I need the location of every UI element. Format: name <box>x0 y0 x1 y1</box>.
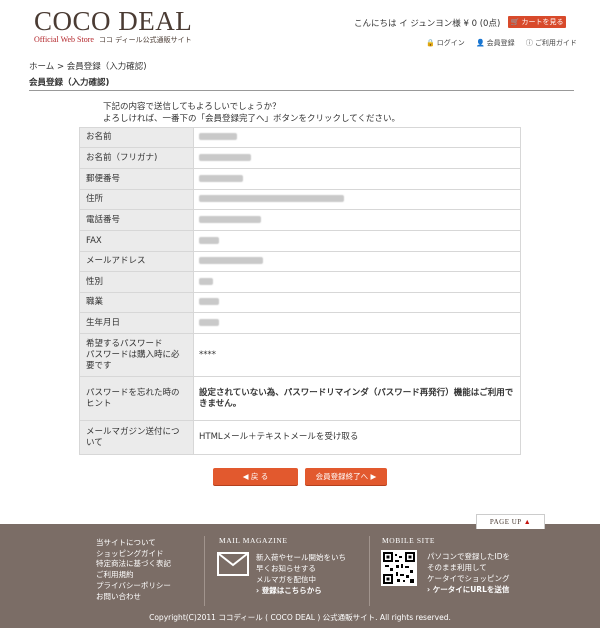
send-url-to-mobile-link[interactable]: › ケータイにURLを送信 <box>427 584 510 595</box>
row-value-kana <box>193 147 521 169</box>
user-icon: 👤 <box>475 39 485 47</box>
footer-link-contact[interactable]: お問い合わせ <box>96 592 171 603</box>
row-label-fax: FAX <box>79 230 194 252</box>
complete-registration-button[interactable]: 会員登録終了へ ▶ <box>305 468 387 485</box>
redacted-value <box>199 195 344 202</box>
row-label-phone: 電話番号 <box>79 209 194 231</box>
table-row: 住所 <box>79 189 521 210</box>
table-row: 郵便番号 <box>79 168 521 190</box>
footer-divider <box>369 536 370 606</box>
row-label-job: 職業 <box>79 292 194 313</box>
row-value-magazine: HTMLメール＋テキストメールを受け取る <box>193 420 521 455</box>
page-up-button[interactable]: PAGE UP ▲ <box>476 514 545 529</box>
table-row: 職業 <box>79 292 521 313</box>
redacted-value <box>199 174 243 182</box>
header: COCO DEAL Official Web Store ココ ディール公式通販サ… <box>0 0 600 56</box>
row-label-password: 希望するパスワード パスワードは購入時に必要です <box>79 333 194 377</box>
row-label-email: メールアドレス <box>79 251 194 272</box>
table-row: 性別 <box>79 271 521 293</box>
redacted-value <box>199 257 263 264</box>
footer-link-privacy[interactable]: プライバシーポリシー <box>96 581 171 592</box>
confirmation-table: お名前 お名前（フリガナ) 郵便番号 住所 電話番号 FAX メールアドレス 性… <box>79 127 521 455</box>
redacted-value <box>199 318 219 326</box>
redacted-value <box>199 277 213 285</box>
password-label: 希望するパスワード <box>86 338 163 349</box>
cart-icon: 🛒 <box>510 18 520 26</box>
row-value-phone <box>193 209 521 231</box>
footer-link-shopping-guide[interactable]: ショッピングガイド <box>96 549 171 560</box>
mail-magazine-text: 新入荷やセール開始をいち 早くお知らせする メルマガを配信中 › 登録はこちらか… <box>256 553 346 596</box>
qr-code-icon <box>381 550 417 586</box>
footer-link-about[interactable]: 当サイトについて <box>96 538 171 549</box>
redacted-value <box>199 153 251 161</box>
row-value-job <box>193 292 521 313</box>
row-value-zip <box>193 168 521 190</box>
mail-magazine-title: MAIL MAGAZINE <box>219 536 288 545</box>
row-value-reminder: 設定されていない為、パスワードリマインダ（パスワード再発行）機能はご利用できませ… <box>193 376 521 421</box>
row-label-gender: 性別 <box>79 271 194 293</box>
row-label-birthday: 生年月日 <box>79 312 194 334</box>
redacted-value <box>199 236 219 244</box>
table-row: お名前（フリガナ) <box>79 147 521 169</box>
table-row: 電話番号 <box>79 209 521 231</box>
triangle-up-icon: ▲ <box>523 518 532 526</box>
page-up-label: PAGE UP <box>489 518 522 526</box>
table-row: FAX <box>79 230 521 252</box>
view-cart-button[interactable]: 🛒 カートを見る <box>508 16 566 28</box>
row-label-reminder: パスワードを忘れた時のヒント <box>79 376 194 421</box>
row-value-gender <box>193 271 521 293</box>
row-label-address: 住所 <box>79 189 194 210</box>
user-greeting: こんにちは イ ジュンヨン様 ¥ 0 (0点) <box>354 19 501 29</box>
copyright: Copyright(C)2011 ココディール ( COCO DEAL ) 公式… <box>149 613 451 622</box>
redacted-value <box>199 215 261 223</box>
mail-envelope-icon <box>217 552 249 576</box>
logo[interactable]: COCO DEAL <box>34 7 192 35</box>
redacted-value <box>199 298 219 305</box>
row-label-zip: 郵便番号 <box>79 168 194 190</box>
login-link[interactable]: 🔒 ログイン <box>426 39 465 47</box>
row-label-name: お名前 <box>79 127 194 148</box>
footer-link-legal[interactable]: 特定商法に基づく表記 <box>96 559 171 570</box>
redacted-value <box>199 133 237 140</box>
breadcrumb-home[interactable]: ホーム <box>29 62 54 72</box>
guide-link[interactable]: ⓘ ご利用ガイド <box>526 39 577 47</box>
password-note: パスワードは購入時に必要です <box>86 349 180 371</box>
table-row: 生年月日 <box>79 312 521 334</box>
row-value-fax <box>193 230 521 252</box>
cart-button-label: カートを見る <box>521 18 564 26</box>
back-button[interactable]: ◀ 戻 る <box>213 468 298 485</box>
table-row: パスワードを忘れた時のヒント 設定されていない為、パスワードリマインダ（パスワー… <box>79 376 521 421</box>
footer-links: 当サイトについて ショッピングガイド 特定商法に基づく表記 ご利用規約 プライバ… <box>96 538 171 602</box>
mail-magazine-register-link[interactable]: › 登録はこちらから <box>256 585 346 596</box>
info-icon: ⓘ <box>525 39 533 47</box>
logo-sub-jp: ココ ディール公式通販サイト <box>98 36 192 44</box>
table-row: メールマガジン送付について HTMLメール＋テキストメールを受け取る <box>79 420 521 455</box>
row-value-birthday <box>193 312 521 334</box>
mobile-site-title: MOBILE SITE <box>382 536 436 545</box>
mobile-site-text: パソコンで登録したIDを そのまま利用して ケータイでショッピング › ケータイ… <box>427 552 510 595</box>
row-value-email <box>193 251 521 272</box>
logo-subtitle: Official Web Store ココ ディール公式通販サイト <box>34 35 192 45</box>
intro-line-1: 下記の内容で送信してもよろしいでしょうか？ <box>103 102 281 112</box>
footer-link-terms[interactable]: ご利用規約 <box>96 570 171 581</box>
table-row: お名前 <box>79 127 521 148</box>
breadcrumb-separator: > <box>56 62 65 72</box>
logo-sub-en: Official Web Store <box>34 35 94 44</box>
intro-text: 下記の内容で送信してもよろしいでしょうか？ よろしければ、一番下の「会員登録完了… <box>103 101 400 125</box>
table-row: 希望するパスワード パスワードは購入時に必要です **** <box>79 333 521 377</box>
register-link[interactable]: 👤 会員登録 <box>476 39 515 47</box>
breadcrumb-current: 会員登録（入力確認) <box>66 62 147 72</box>
intro-line-2: よろしければ、一番下の「会員登録完了へ」ボタンをクリックしてください。 <box>103 114 400 124</box>
row-label-kana: お名前（フリガナ) <box>79 147 194 169</box>
row-value-password: **** <box>193 333 521 377</box>
lock-icon: 🔒 <box>426 39 435 47</box>
breadcrumb: ホーム > 会員登録（入力確認) <box>29 60 147 72</box>
row-value-address <box>193 189 521 210</box>
footer-divider <box>204 536 205 606</box>
page-title: 会員登録（入力確認) <box>29 76 574 91</box>
row-value-name <box>193 127 521 148</box>
table-row: メールアドレス <box>79 251 521 272</box>
row-label-magazine: メールマガジン送付について <box>79 420 194 455</box>
top-links: 🔒 ログイン 👤 会員登録 ⓘ ご利用ガイド <box>426 38 586 48</box>
